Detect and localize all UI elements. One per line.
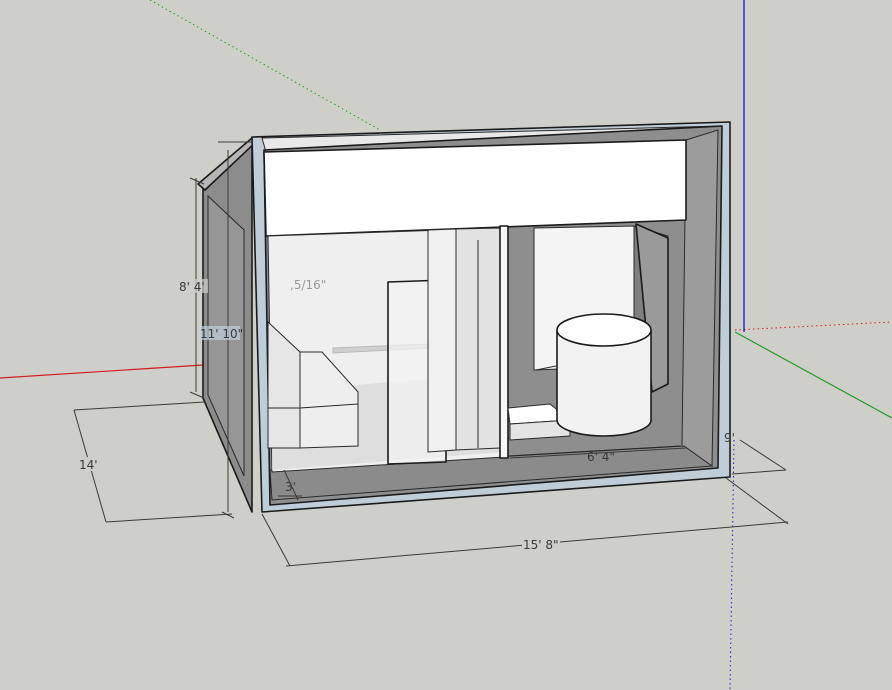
center-divider xyxy=(499,225,509,459)
depth-label[interactable]: 14' xyxy=(79,458,98,472)
small-offset-label[interactable]: 3' xyxy=(285,480,296,494)
header-beam xyxy=(263,139,687,237)
cylinder-tank[interactable] xyxy=(556,313,652,437)
right-short-label[interactable]: 9' xyxy=(724,431,735,445)
room-model[interactable] xyxy=(197,121,731,513)
height-outer-label[interactable]: 11' 10" xyxy=(200,327,243,341)
red-axis-dotted xyxy=(734,321,892,331)
fraction-label[interactable]: ,5/16" xyxy=(290,278,326,292)
width-label[interactable]: 15' 8" xyxy=(523,538,559,552)
green-axis-solid xyxy=(734,331,892,419)
inner-width-label[interactable]: 6' 4" xyxy=(587,450,615,464)
green-axis-dotted xyxy=(149,0,381,131)
partition-column xyxy=(427,228,457,453)
right-interior-wall xyxy=(681,129,719,467)
height-inner-label[interactable]: 8' 4' xyxy=(179,280,205,294)
sketchup-viewport[interactable]: 11' 10" 8' 4' 14' 15' 8" 6' 4" 3' ,5/16"… xyxy=(0,0,892,690)
